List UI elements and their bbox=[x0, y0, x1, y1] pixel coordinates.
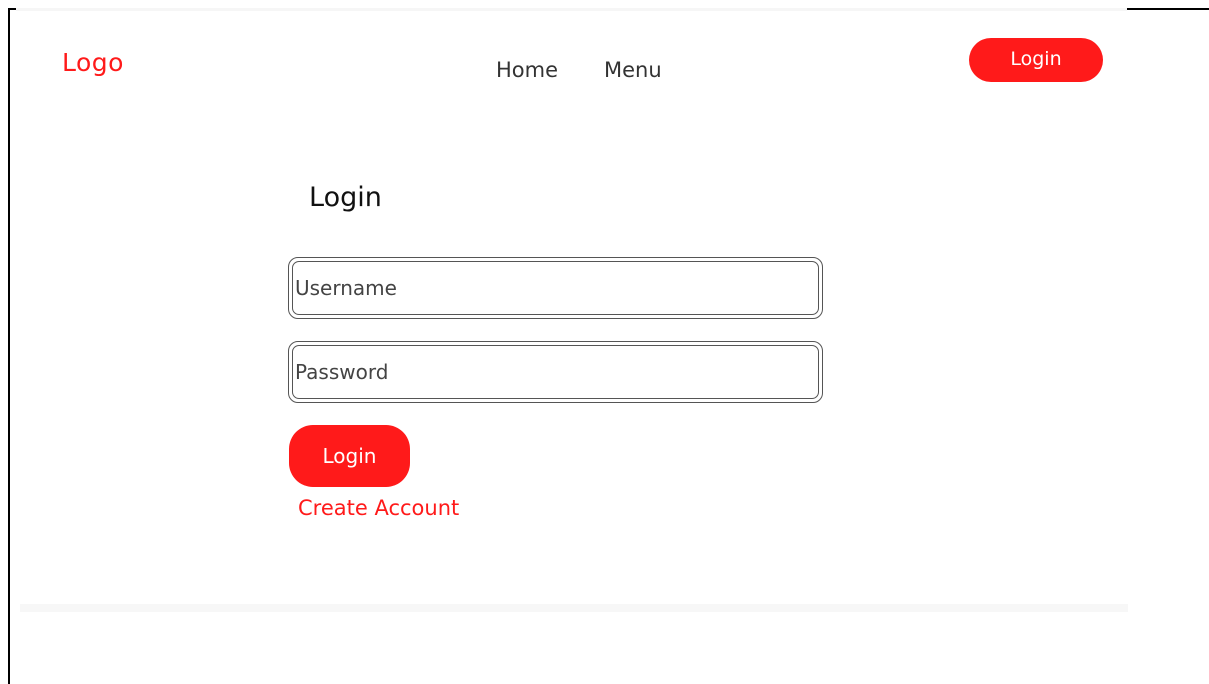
frame-left-border bbox=[8, 8, 10, 684]
page: Logo Home Menu Login Login Login Create … bbox=[0, 0, 1209, 684]
logo[interactable]: Logo bbox=[62, 48, 124, 77]
password-field-inner bbox=[292, 345, 819, 399]
frame-corner-right bbox=[1127, 8, 1209, 10]
main-nav: Home Menu bbox=[496, 58, 662, 82]
nav-menu-link[interactable]: Menu bbox=[604, 58, 662, 82]
username-input[interactable] bbox=[293, 276, 818, 300]
password-field-frame bbox=[288, 341, 823, 403]
footer-band bbox=[20, 604, 1128, 612]
top-border bbox=[16, 8, 1127, 11]
nav-home-link[interactable]: Home bbox=[496, 58, 558, 82]
password-input[interactable] bbox=[293, 360, 818, 384]
username-field-inner bbox=[292, 261, 819, 315]
create-account-link[interactable]: Create Account bbox=[298, 496, 459, 520]
form-title: Login bbox=[309, 182, 382, 213]
username-field-frame bbox=[288, 257, 823, 319]
login-submit-button[interactable]: Login bbox=[289, 425, 410, 487]
header-login-button[interactable]: Login bbox=[969, 38, 1103, 82]
